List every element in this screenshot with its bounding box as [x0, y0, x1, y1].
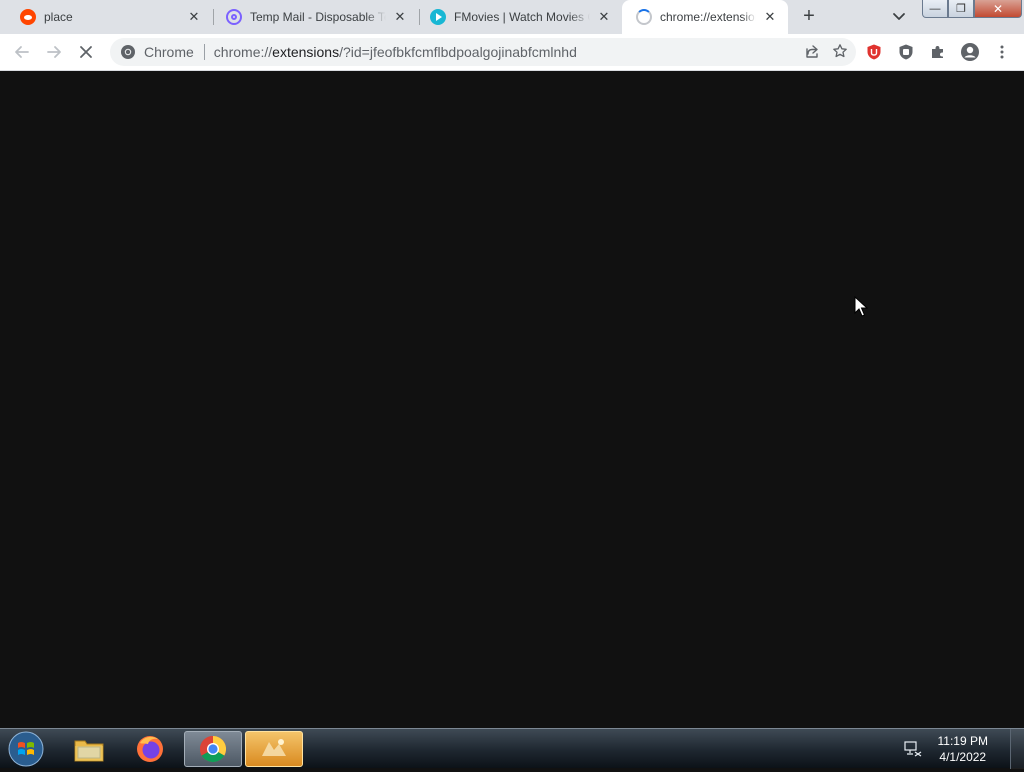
site-info-chip[interactable]: Chrome	[110, 44, 194, 60]
close-icon	[80, 46, 92, 58]
close-tab-icon[interactable]: ✕	[186, 9, 202, 25]
tab-extensions[interactable]: chrome://extensions/?id=jfeofbkfcmflbdpo…	[622, 0, 788, 34]
bookmark-button[interactable]	[832, 43, 848, 62]
clock-date: 4/1/2022	[939, 750, 987, 764]
taskbar-chrome[interactable]	[184, 731, 242, 767]
system-tray: 11:19 PM 4/1/2022	[903, 729, 1024, 769]
tab-strip: place ✕ Temp Mail - Disposable Temporary…	[0, 0, 1024, 34]
show-desktop-button[interactable]	[1010, 729, 1024, 769]
chevron-down-icon	[893, 13, 905, 20]
app-icon	[262, 739, 286, 756]
clock-time: 11:19 PM	[937, 734, 988, 748]
share-button[interactable]	[804, 43, 820, 62]
star-icon	[833, 43, 847, 57]
address-divider	[203, 44, 205, 60]
url-scheme: chrome://	[213, 44, 273, 60]
extension-privacy-button[interactable]	[892, 38, 920, 66]
tab-title: FMovies | Watch Movies Online Free	[454, 10, 590, 24]
url-path: /?id=jfeofbkfcmflbdpoalgojinabfcmlnhd	[339, 44, 577, 60]
mouse-cursor-icon	[854, 296, 868, 317]
url-text[interactable]: chrome://extensions/?id=jfeofbkfcmflbdpo…	[214, 44, 577, 60]
reddit-icon	[20, 9, 36, 25]
profile-button[interactable]	[956, 38, 984, 66]
at-sign-icon	[226, 9, 242, 25]
windows-taskbar: 11:19 PM 4/1/2022	[0, 728, 1024, 769]
network-icon[interactable]	[903, 741, 922, 757]
taskbar-explorer[interactable]	[60, 731, 118, 767]
avatar-icon	[961, 43, 979, 61]
site-label: Chrome	[144, 44, 194, 60]
window-controls: — ❐ ✕	[922, 0, 1022, 20]
back-button[interactable]	[8, 38, 36, 66]
stop-loading-button[interactable]	[72, 38, 100, 66]
folder-icon	[74, 740, 104, 762]
puzzle-icon	[932, 46, 943, 58]
browser-toolbar: Chrome chrome://extensions/?id=jfeofbkfc…	[0, 34, 1024, 71]
arrow-left-icon	[15, 46, 29, 58]
taskbar-app[interactable]	[245, 731, 303, 767]
close-tab-icon[interactable]: ✕	[596, 9, 612, 25]
windows-logo-icon	[8, 731, 44, 767]
firefox-icon	[137, 736, 163, 762]
extension-ublock-button[interactable]	[860, 38, 888, 66]
address-bar-actions	[804, 38, 848, 66]
tab-title: chrome://extensions/?id=jfeofbkfcmflbdpo…	[660, 10, 756, 24]
badge-shield-icon	[899, 44, 913, 60]
chrome-icon	[199, 735, 227, 763]
close-tab-icon[interactable]: ✕	[392, 9, 408, 25]
address-bar[interactable]: Chrome chrome://extensions/?id=jfeofbkfc…	[110, 38, 856, 66]
minimize-button[interactable]: —	[922, 0, 948, 18]
tab-fmovies[interactable]: FMovies | Watch Movies Online Free ✕	[410, 0, 622, 34]
tab-place[interactable]: place ✕	[0, 0, 212, 34]
tab-title: place	[44, 10, 73, 24]
close-tab-icon[interactable]: ✕	[762, 9, 778, 25]
tab-title: Temp Mail - Disposable Temporary Email	[250, 10, 386, 24]
tab-temp-mail[interactable]: Temp Mail - Disposable Temporary Email ✕	[206, 0, 418, 34]
page-content	[0, 72, 1024, 728]
loading-spinner-icon	[636, 9, 652, 25]
taskbar-firefox[interactable]	[121, 731, 179, 767]
extensions-menu-button[interactable]	[924, 38, 952, 66]
share-icon	[806, 44, 818, 58]
kebab-menu-icon	[1000, 45, 1004, 59]
arrow-right-icon	[47, 46, 61, 58]
tab-search-button[interactable]	[888, 7, 910, 27]
new-tab-button[interactable]: +	[796, 5, 822, 29]
shield-icon	[867, 44, 881, 60]
maximize-button[interactable]: ❐	[948, 0, 974, 18]
start-button[interactable]	[6, 731, 46, 767]
chrome-logo-icon	[121, 45, 135, 59]
play-icon	[430, 9, 446, 25]
url-host: extensions	[272, 44, 340, 60]
close-window-button[interactable]: ✕	[974, 0, 1022, 18]
system-clock[interactable]: 11:19 PM 4/1/2022	[938, 733, 988, 765]
chrome-menu-button[interactable]	[988, 38, 1016, 66]
forward-button[interactable]	[40, 38, 68, 66]
